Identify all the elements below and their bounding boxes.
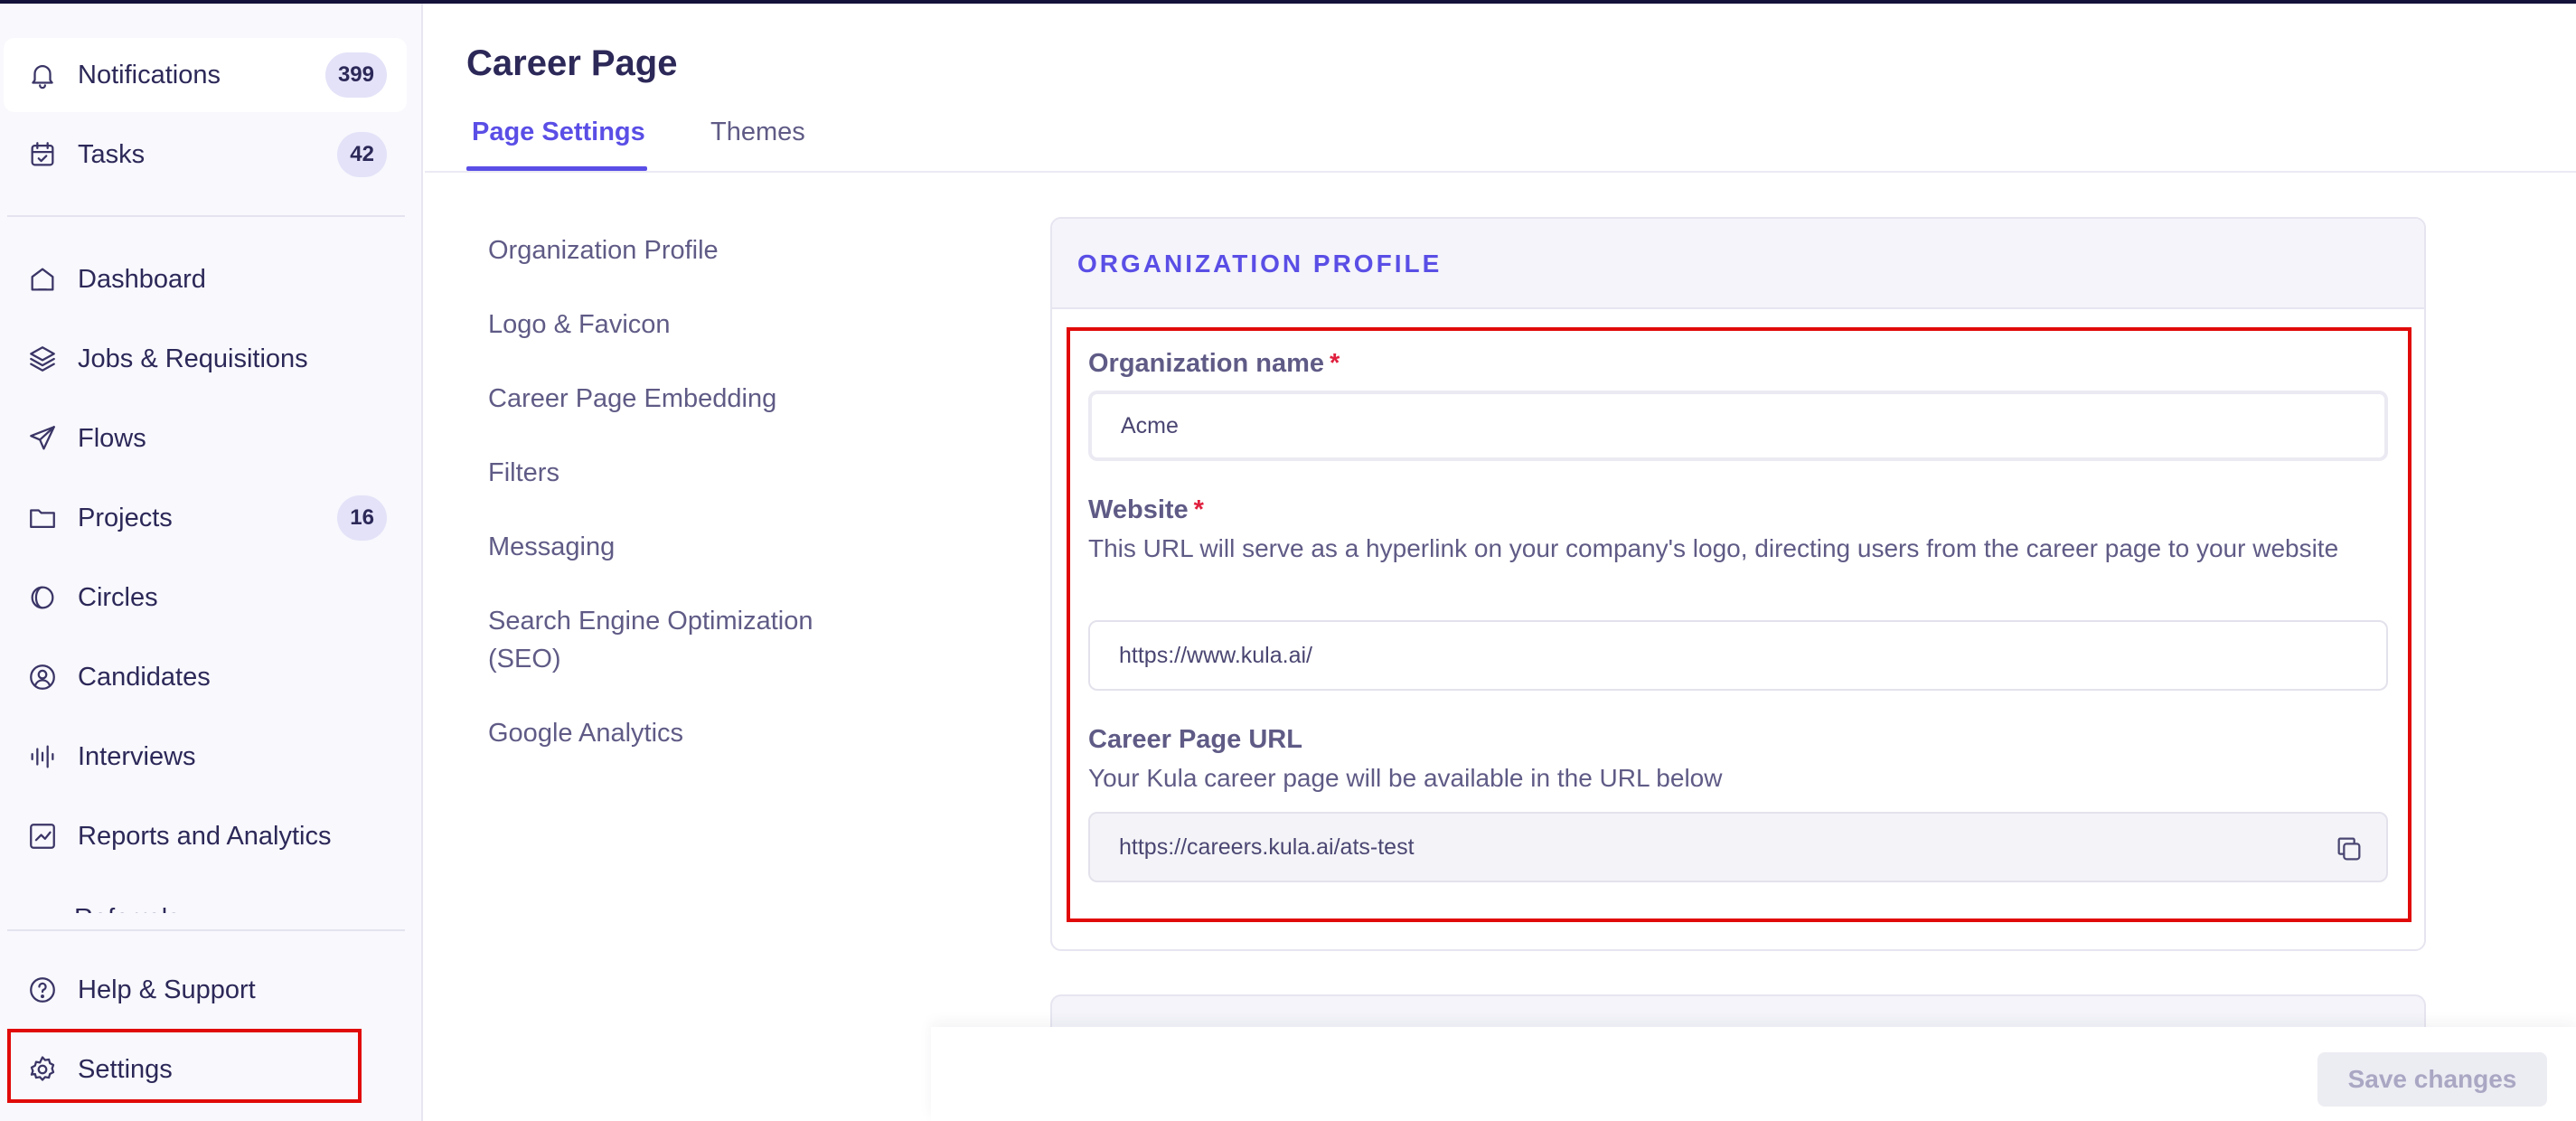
website-help-text: This URL will serve as a hyperlink on yo…: [1088, 534, 2339, 562]
tab-themes[interactable]: Themes: [710, 118, 805, 147]
sidebar-item-label: Notifications: [78, 60, 221, 89]
sidebar-item-label: Flows: [78, 423, 146, 453]
career-page-url-label: Career Page URL: [1088, 725, 1302, 754]
required-marker: *: [1330, 349, 1340, 378]
folder-icon: [25, 501, 60, 535]
website-input[interactable]: [1088, 620, 2388, 691]
subnav-messaging[interactable]: Messaging: [488, 528, 877, 566]
sidebar-item-label: Circles: [78, 582, 158, 612]
project-count-badge: 16: [337, 495, 387, 541]
sidebar-item-circles[interactable]: Circles: [4, 560, 407, 635]
website-label: Website *: [1088, 495, 1204, 525]
page-title: Career Page: [466, 43, 678, 83]
question-icon: [25, 973, 60, 1007]
sidebar-item-label: Projects: [78, 503, 173, 532]
sidebar-item-candidates[interactable]: Candidates: [4, 640, 407, 714]
sidebar-item-clipped: Referrals: [74, 899, 255, 913]
tab-page-settings[interactable]: Page Settings: [472, 118, 645, 147]
website-label-text: Website: [1088, 495, 1189, 524]
sidebar-item-label: Reports and Analytics: [78, 821, 332, 851]
card-title: ORGANIZATION PROFILE: [1077, 250, 1443, 278]
home-icon: [25, 262, 60, 297]
sidebar-item-tasks[interactable]: Tasks 42: [4, 118, 407, 192]
next-section-card: [1050, 994, 2426, 1031]
sidebar-item-label: Interviews: [78, 741, 196, 771]
sidebar-item-dashboard[interactable]: Dashboard: [4, 242, 407, 316]
user-circle-icon: [25, 660, 60, 694]
sidebar-item-notifications[interactable]: Notifications 399: [4, 38, 407, 112]
sidebar-item-flows[interactable]: Flows: [4, 401, 407, 476]
copy-icon[interactable]: [2334, 834, 2364, 864]
sidebar-item-projects[interactable]: Projects 16: [4, 481, 407, 555]
career-page-url-field: https://careers.kula.ai/ats-test: [1088, 812, 2388, 882]
sidebar-item-interviews[interactable]: Interviews: [4, 720, 407, 794]
settings-highlight-box: [7, 1029, 362, 1103]
required-marker: *: [1193, 495, 1204, 524]
calendar-check-icon: [25, 137, 60, 172]
send-icon: [25, 421, 60, 456]
career-page-url-help-text: Your Kula career page will be available …: [1088, 764, 1723, 792]
sidebar-divider: [7, 215, 405, 217]
sidebar-item-label: Candidates: [78, 662, 211, 692]
sidebar-item-help[interactable]: Help & Support: [4, 953, 407, 1027]
organization-name-input[interactable]: [1088, 391, 2388, 461]
career-page-url-value: https://careers.kula.ai/ats-test: [1119, 834, 1415, 860]
sidebar-item-label: Help & Support: [78, 975, 256, 1004]
task-count-badge: 42: [337, 132, 387, 177]
bell-icon: [25, 58, 60, 92]
sidebar-item-jobs[interactable]: Jobs & Requisitions: [4, 322, 407, 396]
save-changes-button[interactable]: Save changes: [2317, 1052, 2547, 1107]
sidebar-item-label: Dashboard: [78, 264, 206, 294]
sidebar-item-label: Tasks: [78, 139, 146, 169]
organization-name-label-text: Organization name: [1088, 349, 1325, 378]
organization-name-label: Organization name *: [1088, 349, 1340, 379]
sidebar-item-label: Jobs & Requisitions: [78, 344, 308, 373]
chart-icon: [25, 819, 60, 853]
notification-count-badge: 399: [324, 52, 387, 98]
header-divider: [425, 171, 2576, 173]
audio-wave-icon: [25, 739, 60, 774]
subnav-seo[interactable]: Search Engine Optimization (SEO): [488, 602, 877, 678]
subnav-organization-profile[interactable]: Organization Profile: [488, 231, 877, 269]
sidebar-item-reports[interactable]: Reports and Analytics: [4, 799, 407, 873]
subnav-career-page-embedding[interactable]: Career Page Embedding: [488, 380, 877, 418]
circles-icon: [25, 580, 60, 615]
layers-icon: [25, 342, 60, 376]
subnav-google-analytics[interactable]: Google Analytics: [488, 714, 877, 752]
sidebar-divider: [7, 929, 405, 931]
card-header: ORGANIZATION PROFILE: [1052, 219, 2424, 309]
subnav-logo-favicon[interactable]: Logo & Favicon: [488, 306, 877, 344]
sidebar: Notifications 399 Tasks 42 Dashboard Job…: [0, 4, 423, 1121]
subnav-filters[interactable]: Filters: [488, 454, 877, 492]
